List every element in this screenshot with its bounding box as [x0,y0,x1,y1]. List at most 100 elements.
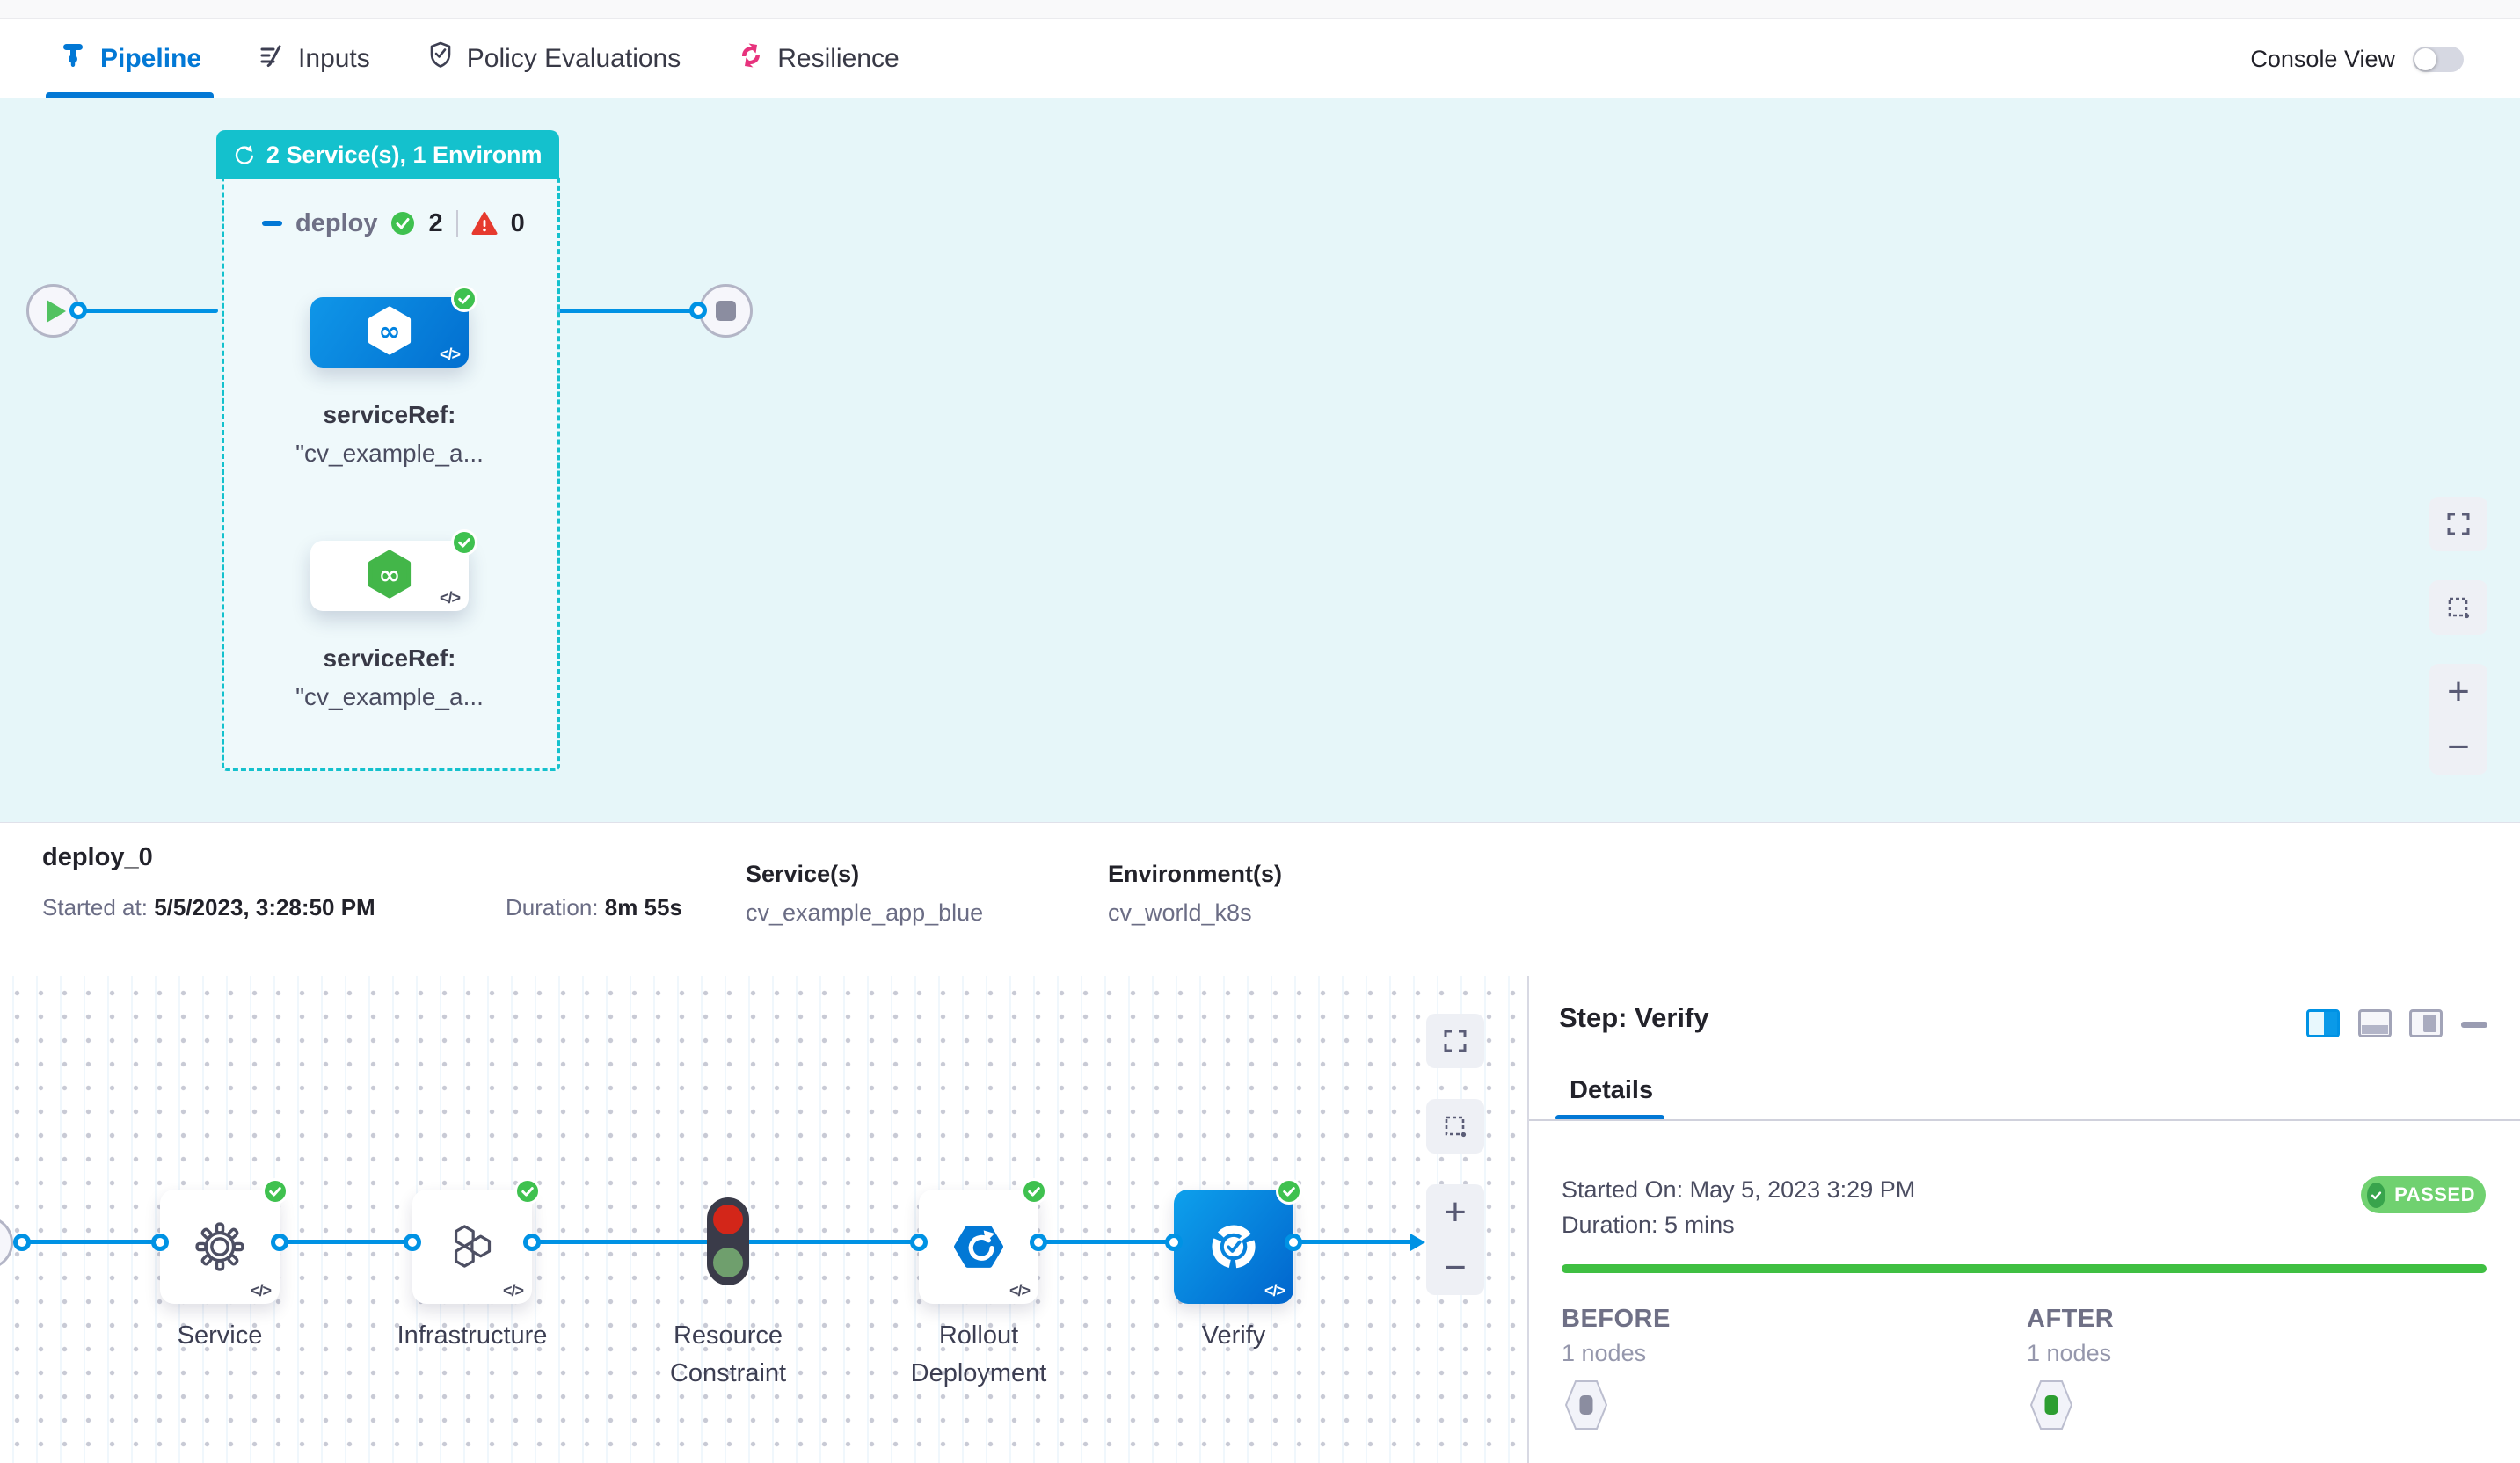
step-label-verify: Verify [1141,1317,1326,1355]
panel-collapse-button[interactable] [2461,1022,2487,1028]
fullscreen-button[interactable] [2429,497,2487,551]
code-icon: </> [440,589,460,608]
zoom-in-button[interactable]: + [1426,1184,1484,1240]
multi-service-group-header[interactable]: 2 Service(s), 1 Environme... [216,130,559,179]
started-at: Started at: 5/5/2023, 3:28:50 PM [42,894,375,921]
before-node-hexagon[interactable] [1564,1379,1608,1431]
code-icon: </> [440,346,460,364]
service-ref-value: "cv_example_a... [266,440,513,468]
stage-run-name: deploy_0 [42,843,153,872]
connector-point [1285,1234,1302,1251]
shield-check-icon [426,40,455,77]
duration: Duration: 8m 55s [506,894,682,921]
after-header: AFTER [2027,1305,2114,1334]
step-node-infrastructure[interactable]: </> [412,1190,532,1304]
stage-failed-count: 0 [511,209,525,238]
connector-line-end [557,309,697,313]
pipeline-icon [58,40,88,77]
layout-fill [2423,1015,2436,1032]
step-node-rollout-deployment[interactable]: </> [919,1190,1038,1304]
pipeline-stage-canvas[interactable]: 2 Service(s), 1 Environme... deploy 2 0 … [0,98,2520,822]
step-execution-canvas[interactable]: </> Service </> Infrastructure [0,976,1527,1463]
verify-icon [1205,1218,1263,1276]
connector-point [13,1234,31,1251]
step-details-panel: Step: Verify Details Started On: May 5, … [1527,976,2520,1463]
divider [456,210,458,237]
service-ref-title: serviceRef: [266,401,513,429]
zoom-out-button[interactable]: − [2429,719,2487,775]
marquee-select-icon [2445,594,2472,621]
connector-point [523,1234,541,1251]
zoom-in-button[interactable]: + [2429,664,2487,719]
rollout-deployment-icon [953,1221,1004,1272]
tab-details[interactable]: Details [1570,1076,1653,1105]
success-check-icon [390,211,415,236]
service-ref-title: serviceRef: [266,644,513,673]
step-started-on: Started On: May 5, 2023 3:29 PM [1562,1176,1915,1204]
connector-point [404,1234,421,1251]
tabbar-right-controls: Console View [2250,46,2520,73]
console-view-toggle[interactable] [2413,47,2464,72]
steps-start-node[interactable] [0,1216,13,1270]
group-header-label: 2 Service(s), 1 Environme... [266,142,543,169]
service-node-2[interactable]: ∞ </> [310,541,469,611]
console-view-label: Console View [2250,46,2395,73]
traffic-light-green [713,1248,743,1277]
tab-inputs[interactable]: Inputs [251,20,377,98]
before-header: BEFORE [1562,1305,1671,1334]
stage-success-count: 2 [428,209,442,238]
zoom-out-button[interactable]: − [1426,1240,1484,1295]
status-badge: PASSED [2361,1176,2486,1213]
check-icon [2367,1183,2385,1208]
pipeline-end-node[interactable] [699,284,753,338]
success-badge-icon [514,1178,541,1205]
gear-icon [195,1222,244,1271]
marquee-select-button[interactable] [2429,580,2487,635]
duration-label: Duration: [506,894,599,921]
success-badge-icon [1021,1178,1047,1205]
step-node-verify[interactable]: </> [1174,1190,1293,1304]
tab-resilience[interactable]: Resilience [730,20,906,98]
connector-line-start [77,309,218,313]
collapse-stage-button[interactable] [262,221,282,226]
tab-pipeline[interactable]: Pipeline [51,20,208,98]
verification-progress-bar [1562,1264,2487,1273]
execution-detail-section: </> Service </> Infrastructure [0,976,2520,1463]
connector-point [910,1234,928,1251]
play-icon [47,300,66,323]
connector-point [1030,1234,1047,1251]
stop-icon [716,301,736,321]
after-node-hexagon[interactable] [2029,1379,2073,1431]
zoom-controls: + − [1426,1184,1484,1295]
step-label-service: Service [127,1317,312,1355]
stage-name: deploy [295,209,377,238]
code-icon: </> [503,1282,523,1300]
tab-inputs-label: Inputs [298,44,370,74]
tab-pipeline-label: Pipeline [100,44,201,74]
connector-arrowhead [1410,1234,1425,1251]
service-node-1[interactable]: ∞ </> [310,297,469,368]
fullscreen-button[interactable] [1426,1014,1484,1068]
connector-point [69,302,87,319]
layout-fill [2324,1012,2337,1035]
step-label-resource-constraint: Resource Constraint [636,1317,820,1393]
step-node-resource-constraint[interactable] [707,1197,749,1285]
step-label-infrastructure: Infrastructure [380,1317,564,1355]
success-badge-icon [262,1178,288,1205]
toggle-knob [2414,48,2436,70]
execution-tabbar: Pipeline Inputs Policy Evaluations Resil… [0,20,2520,98]
marquee-select-button[interactable] [1426,1099,1484,1154]
code-icon: </> [1009,1282,1030,1300]
stage-summary-row: deploy 2 0 [262,204,525,243]
loop-icon [232,142,256,168]
panel-layout-floating-icon[interactable] [2409,1009,2443,1037]
after-node-count: 1 nodes [2027,1340,2111,1367]
inputs-icon [258,41,286,76]
step-node-service[interactable]: </> [160,1190,280,1304]
panel-layout-bottom-icon[interactable] [2358,1009,2392,1037]
svg-text:∞: ∞ [379,560,401,591]
panel-layout-right-icon[interactable] [2306,1009,2340,1037]
tab-policy-evaluations[interactable]: Policy Evaluations [419,20,688,98]
pipeline-execution-page: Pipeline Inputs Policy Evaluations Resil… [0,0,2520,1463]
tab-policy-evaluations-label: Policy Evaluations [467,44,681,74]
